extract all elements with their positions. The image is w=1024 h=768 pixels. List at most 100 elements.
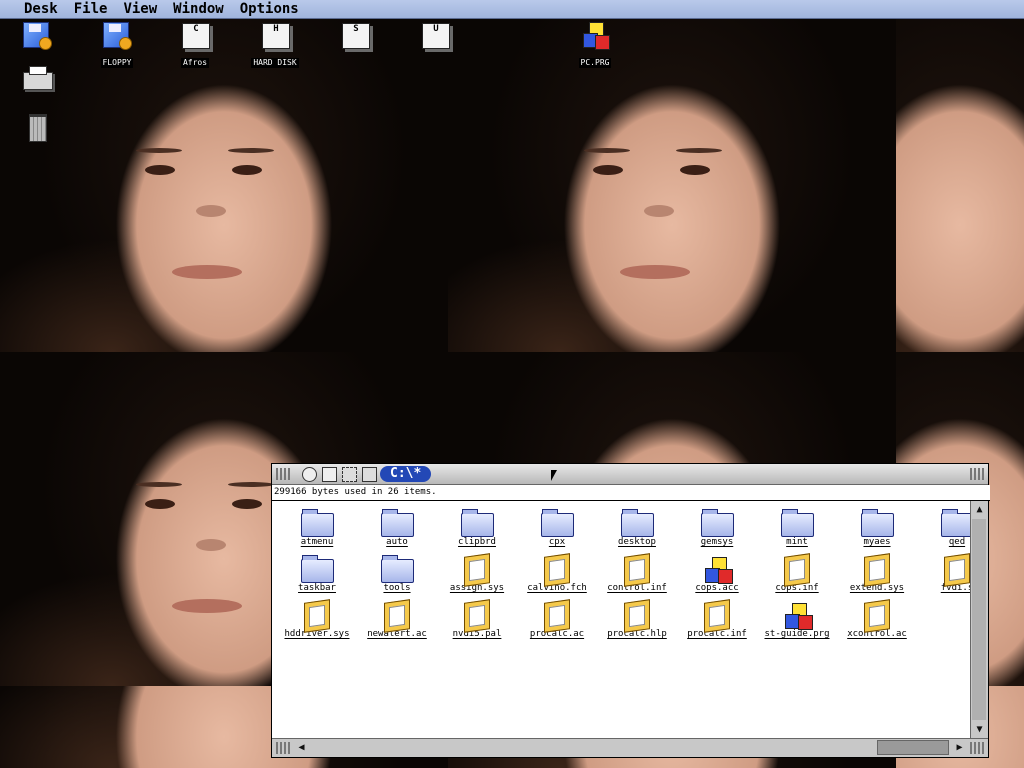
desktop-icon-drive-u[interactable]: U [407,20,463,50]
file-item[interactable]: st-guide.prg [756,601,838,639]
file-item[interactable]: hddriver.sys [276,599,358,639]
file-item[interactable]: cpx [516,509,598,547]
file-item[interactable]: procalc.inf [676,599,758,639]
file-item[interactable]: nvdi5.pal [436,599,518,639]
menu-window[interactable]: Window [165,0,232,18]
hard-drive-icon: H [259,20,291,50]
file-item[interactable]: atmenu [276,509,358,547]
document-icon [620,553,654,587]
file-item[interactable]: auto [356,509,438,547]
document-icon [620,599,654,633]
file-label: atmenu [300,537,334,547]
vertical-scroll-track[interactable] [972,519,986,720]
file-item[interactable]: tools [356,555,438,593]
program-cubes-icon [700,555,734,584]
desktop-icon-trash[interactable] [9,112,65,142]
folder-icon [780,509,814,537]
file-label: clipbrd [458,537,496,547]
window-titlebar[interactable]: C:\* [272,464,988,485]
backdrop-button[interactable] [322,467,337,482]
grip-icon [276,468,290,480]
document-icon [780,553,814,587]
file-label: auto [386,537,408,547]
file-item[interactable]: assign.sys [436,553,518,593]
document-icon [940,553,970,587]
file-item[interactable]: mint [756,509,838,547]
desktop-icon-label: PC.PRG [578,58,612,68]
desktop-icon-label: FLOPPY [100,58,134,68]
document-icon [700,599,734,633]
file-item[interactable]: fvdi.s [916,553,970,593]
document-icon [300,599,334,633]
desktop-icon-label: Afros [180,58,210,68]
vertical-scrollbar[interactable]: ▲ ▼ [970,501,988,738]
file-item[interactable]: clipbrd [436,509,518,547]
horizontal-scrollbar[interactable]: ◀ ▶ [272,738,988,757]
horizontal-scroll-thumb[interactable] [877,740,949,755]
fullscreen-button[interactable] [362,467,377,482]
trash-icon [21,112,53,142]
document-icon [540,553,574,587]
file-item[interactable]: procalc.hlp [596,599,678,639]
file-item[interactable]: desktop [596,509,678,547]
hard-drive-icon: U [419,20,451,50]
file-item[interactable]: newalert.ac [356,599,438,639]
folder-icon [940,509,970,537]
file-item[interactable]: extend.sys [836,553,918,593]
file-label: taskbar [298,583,336,593]
menu-bar: Desk File View Window Options [0,0,1024,19]
iconify-button[interactable] [342,467,357,482]
desktop-icon-pc-prg[interactable]: PC.PRG [567,20,623,69]
folder-icon [540,509,574,537]
hard-drive-icon: S [339,20,371,50]
file-item[interactable]: control.inf [596,553,678,593]
file-label: tools [383,583,411,593]
file-item[interactable]: calvino.fch [516,553,598,593]
wallpaper-tile [0,18,448,352]
scroll-left-icon[interactable]: ◀ [294,740,309,755]
close-button[interactable] [302,467,317,482]
menu-view[interactable]: View [115,0,165,18]
menu-options[interactable]: Options [232,0,307,18]
document-icon [860,553,894,587]
desktop-icon-drive-s[interactable]: S [327,20,383,50]
document-icon [540,599,574,633]
folder-icon [620,509,654,537]
scroll-up-icon[interactable]: ▲ [972,502,987,517]
desktop-icon-drive-c[interactable]: C Afros [167,20,223,69]
directory-window: C:\* 299166 bytes used in 26 items. atme… [271,463,990,758]
window-title: C:\* [380,466,432,482]
desktop-icon-printer[interactable] [9,64,65,94]
desktop-icon-floppy-b[interactable]: FLOPPY [89,20,145,69]
file-label: myaes [863,537,891,547]
file-list: atmenu auto clipbrd cpx desktop gemsys mint mya… [272,501,970,738]
menu-file[interactable]: File [66,0,116,18]
file-item[interactable]: xcontrol.ac [836,599,918,639]
drive-letter: U [433,24,439,34]
file-label: fvdi.s [940,583,970,593]
document-icon [860,599,894,633]
folder-icon [380,509,414,537]
grip-icon [970,468,984,480]
desktop-icon-drive-h[interactable]: H HARD DISK [247,20,303,69]
folder-icon [860,509,894,537]
program-cubes-icon [579,20,611,50]
file-item[interactable]: taskbar [276,555,358,593]
scroll-right-icon[interactable]: ▶ [952,740,967,755]
file-label: desktop [618,537,656,547]
file-item[interactable]: qed [916,509,970,547]
folder-icon [300,509,334,537]
file-item[interactable]: myaes [836,509,918,547]
folder-icon [380,555,414,583]
file-item[interactable]: gemsys [676,509,758,547]
file-label: qed [948,537,966,547]
folder-icon [460,509,494,537]
wallpaper-tile [448,18,896,352]
file-item[interactable]: cops.acc [676,555,758,593]
resize-grip-icon[interactable] [970,742,984,754]
file-item[interactable]: procalc.ac [516,599,598,639]
desktop-icon-floppy-a[interactable] [9,20,65,69]
scroll-down-icon[interactable]: ▼ [972,722,987,737]
menu-desk[interactable]: Desk [0,0,66,18]
file-item[interactable]: cops.inf [756,553,838,593]
